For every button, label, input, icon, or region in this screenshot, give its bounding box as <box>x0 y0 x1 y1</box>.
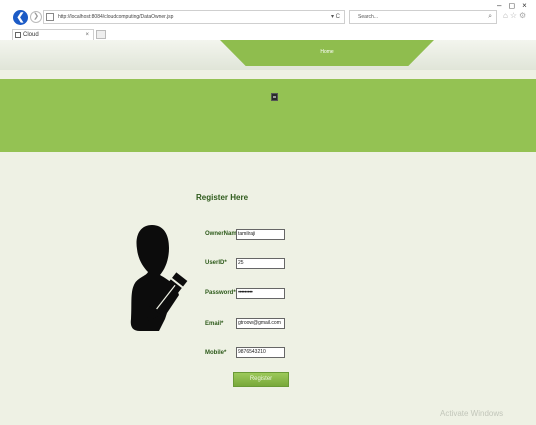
password-input[interactable]: ••••••••• <box>236 288 285 299</box>
tab-title: Cloud <box>23 32 39 38</box>
page-icon <box>46 13 54 21</box>
refresh-icon[interactable]: ▾ C <box>331 11 340 23</box>
back-arrow-icon[interactable]: ❮ <box>13 10 28 25</box>
user-id-input[interactable]: 25 <box>236 258 285 269</box>
search-icon[interactable]: ⌕ <box>488 11 492 23</box>
site-nav: Home <box>0 40 536 70</box>
form-title: Register Here <box>196 193 249 202</box>
address-text: http://localhost:8084/cloudcomputing/Dat… <box>58 14 174 20</box>
window-controls[interactable]: –◻× <box>497 1 534 10</box>
toolbar-icons[interactable]: ⌂☆⚙ <box>503 11 528 20</box>
browser-chrome: ❮ ❯ http://localhost:8084/cloudcomputing… <box>0 0 536 40</box>
nav-home-link[interactable]: Home <box>220 40 434 66</box>
nav-home-label: Home <box>320 49 334 55</box>
user-edit-icon <box>130 225 188 331</box>
search-placeholder: Search... <box>358 14 379 20</box>
address-bar[interactable]: http://localhost:8084/cloudcomputing/Dat… <box>43 10 345 24</box>
email-input[interactable]: gtroow@gmail.com <box>236 318 285 329</box>
tab-close-icon[interactable]: × <box>85 30 89 40</box>
mobile-input[interactable]: 9876543210 <box>236 347 285 358</box>
forward-arrow-icon[interactable]: ❯ <box>30 11 42 23</box>
password-label: Password* <box>205 290 236 296</box>
new-tab-button[interactable] <box>96 30 106 39</box>
mobile-label: Mobile* <box>205 350 227 356</box>
register-button[interactable]: Register <box>233 372 289 387</box>
tab-favicon-icon <box>15 32 21 38</box>
search-input[interactable]: Search... ⌕ <box>349 10 497 24</box>
activate-windows-watermark: Activate Windows <box>440 409 504 418</box>
owner-name-input[interactable]: tamilraji <box>236 229 285 240</box>
user-id-label: UserID* <box>205 260 227 266</box>
header-banner <box>0 79 536 152</box>
browser-tab[interactable]: Cloud × <box>12 29 94 40</box>
broken-image-icon <box>271 93 278 101</box>
email-label: Email* <box>205 321 224 327</box>
